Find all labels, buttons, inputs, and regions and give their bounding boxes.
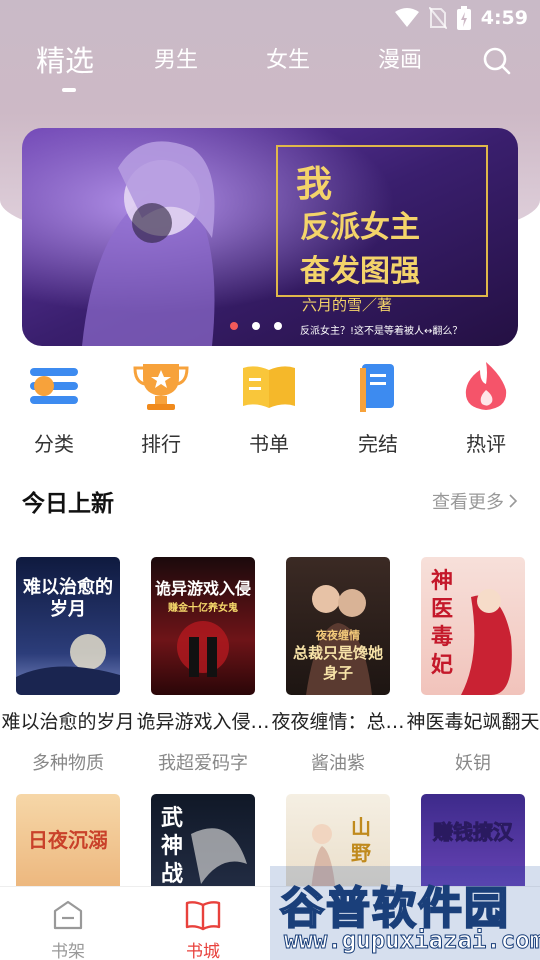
tab-featured[interactable]: 精选	[36, 38, 94, 88]
book-cover: 诡异游戏入侵 赚金十亿养女鬼	[151, 557, 255, 695]
quick-entry-booklist[interactable]: 书单	[224, 360, 314, 457]
cover-title: 总裁只是馋她身子	[292, 644, 383, 682]
quick-entry-hot-reviews[interactable]: 热评	[441, 360, 531, 457]
quick-entry-category[interactable]: 分类	[9, 360, 99, 457]
book-title: 神医毒妃飒翻天	[406, 711, 540, 733]
open-book-icon	[185, 901, 221, 931]
view-more-label: 查看更多	[432, 492, 504, 513]
cover-subtitle: 赚金十亿养女鬼	[168, 603, 238, 614]
nav-label: 书架	[51, 942, 85, 960]
banner-tagline: 反派女主？!这不是等着被人↔翻么？	[300, 326, 463, 337]
book-author: 酱油紫	[311, 753, 365, 774]
view-more-link[interactable]: 查看更多	[432, 488, 518, 514]
nav-bookstore[interactable]: 书城	[163, 899, 243, 960]
cover-title: 诡异游戏入侵	[154, 579, 251, 598]
banner-author: 六月的雪／著	[302, 296, 393, 314]
chevron-right-icon	[509, 494, 518, 508]
booklist-icon	[243, 366, 295, 408]
book-title: 诡异游戏入侵…	[136, 711, 270, 733]
trophy-icon	[133, 364, 189, 410]
quick-entry-label: 分类	[34, 432, 74, 456]
book-title: 难以治愈的岁月	[1, 711, 135, 733]
book-card[interactable]: 难以治愈的岁月 难以治愈的岁月 多种物质	[1, 557, 135, 774]
banner-dot	[274, 322, 282, 330]
wifi-icon	[394, 8, 419, 27]
bookshelf-icon	[53, 900, 83, 930]
cover-subtitle: 夜夜缠情	[316, 629, 360, 642]
banner-title-line-2: 反派女主	[300, 210, 420, 245]
banner-dot	[252, 322, 260, 330]
quick-entry-label: 排行	[141, 432, 181, 456]
nav-label: 书城	[186, 942, 220, 960]
book-card[interactable]: 诡异游戏入侵 赚金十亿养女鬼 诡异游戏入侵… 我超爱码字	[136, 557, 270, 774]
nav-bookshelf[interactable]: 书架	[28, 899, 108, 960]
book-author: 多种物质	[32, 753, 104, 774]
book-cover: 神医毒妃	[421, 557, 525, 695]
quick-entry-label: 书单	[249, 432, 289, 456]
watermark-url: www.gupuxiazai.com	[283, 926, 540, 955]
banner-artwork	[22, 128, 518, 346]
promo-banner[interactable]: 我 反派女主 奋发图强 六月的雪／著 反派女主？!这不是等着被人↔翻么？	[22, 128, 518, 346]
flame-icon	[465, 362, 507, 410]
cover-title: 山野	[351, 815, 371, 865]
banner-dot	[230, 322, 238, 330]
status-time: 4:59	[480, 7, 528, 29]
book-card[interactable]: 夜夜缠情 总裁只是馋她身子 夜夜缠情：总… 酱油紫	[271, 557, 405, 774]
book-card[interactable]: 神医毒妃 神医毒妃飒翻天 妖钥	[406, 557, 540, 774]
quick-entry-label: 完结	[358, 432, 398, 456]
book-author: 我超爱码字	[158, 753, 248, 774]
banner-title-line-3: 奋发图强	[300, 254, 420, 289]
battery-icon	[456, 6, 471, 30]
section-title: 今日上新	[22, 491, 114, 517]
watermark: 谷普软件园 www.gupuxiazai.com	[270, 866, 540, 960]
banner-pagination	[230, 322, 282, 330]
cover-title: 武神战	[160, 805, 183, 887]
category-icon	[30, 368, 78, 404]
book-title: 夜夜缠情：总…	[271, 711, 405, 733]
no-sim-icon	[428, 7, 447, 29]
quick-entry-ranking[interactable]: 排行	[116, 360, 206, 457]
quick-entries: 分类 排行 书单 完结 热评	[0, 360, 540, 456]
tab-female[interactable]: 女生	[266, 38, 310, 88]
status-bar: 4:59	[394, 4, 528, 32]
tab-comics[interactable]: 漫画	[378, 38, 422, 88]
book-cover: 夜夜缠情 总裁只是馋她身子	[286, 557, 390, 695]
book-cover: 难以治愈的岁月	[16, 557, 120, 695]
banner-title-line-1: 我	[296, 163, 333, 205]
quick-entry-label: 热评	[466, 432, 506, 456]
banner-title: 我 反派女主 奋发图强	[296, 162, 420, 294]
active-tab-indicator	[62, 88, 76, 92]
top-tabs: 精选 男生 女生 漫画	[0, 38, 540, 98]
cover-title: 赚钱撩汉	[433, 820, 514, 845]
tab-male[interactable]: 男生	[154, 38, 198, 88]
book-author: 妖钥	[455, 753, 491, 774]
cover-title: 日夜沉溺	[28, 828, 108, 852]
cover-title: 神医毒妃	[430, 568, 453, 678]
finished-icon	[360, 364, 394, 412]
search-icon[interactable]	[482, 46, 512, 76]
cover-title: 难以治愈的岁月	[23, 577, 113, 620]
quick-entry-finished[interactable]: 完结	[333, 360, 423, 457]
